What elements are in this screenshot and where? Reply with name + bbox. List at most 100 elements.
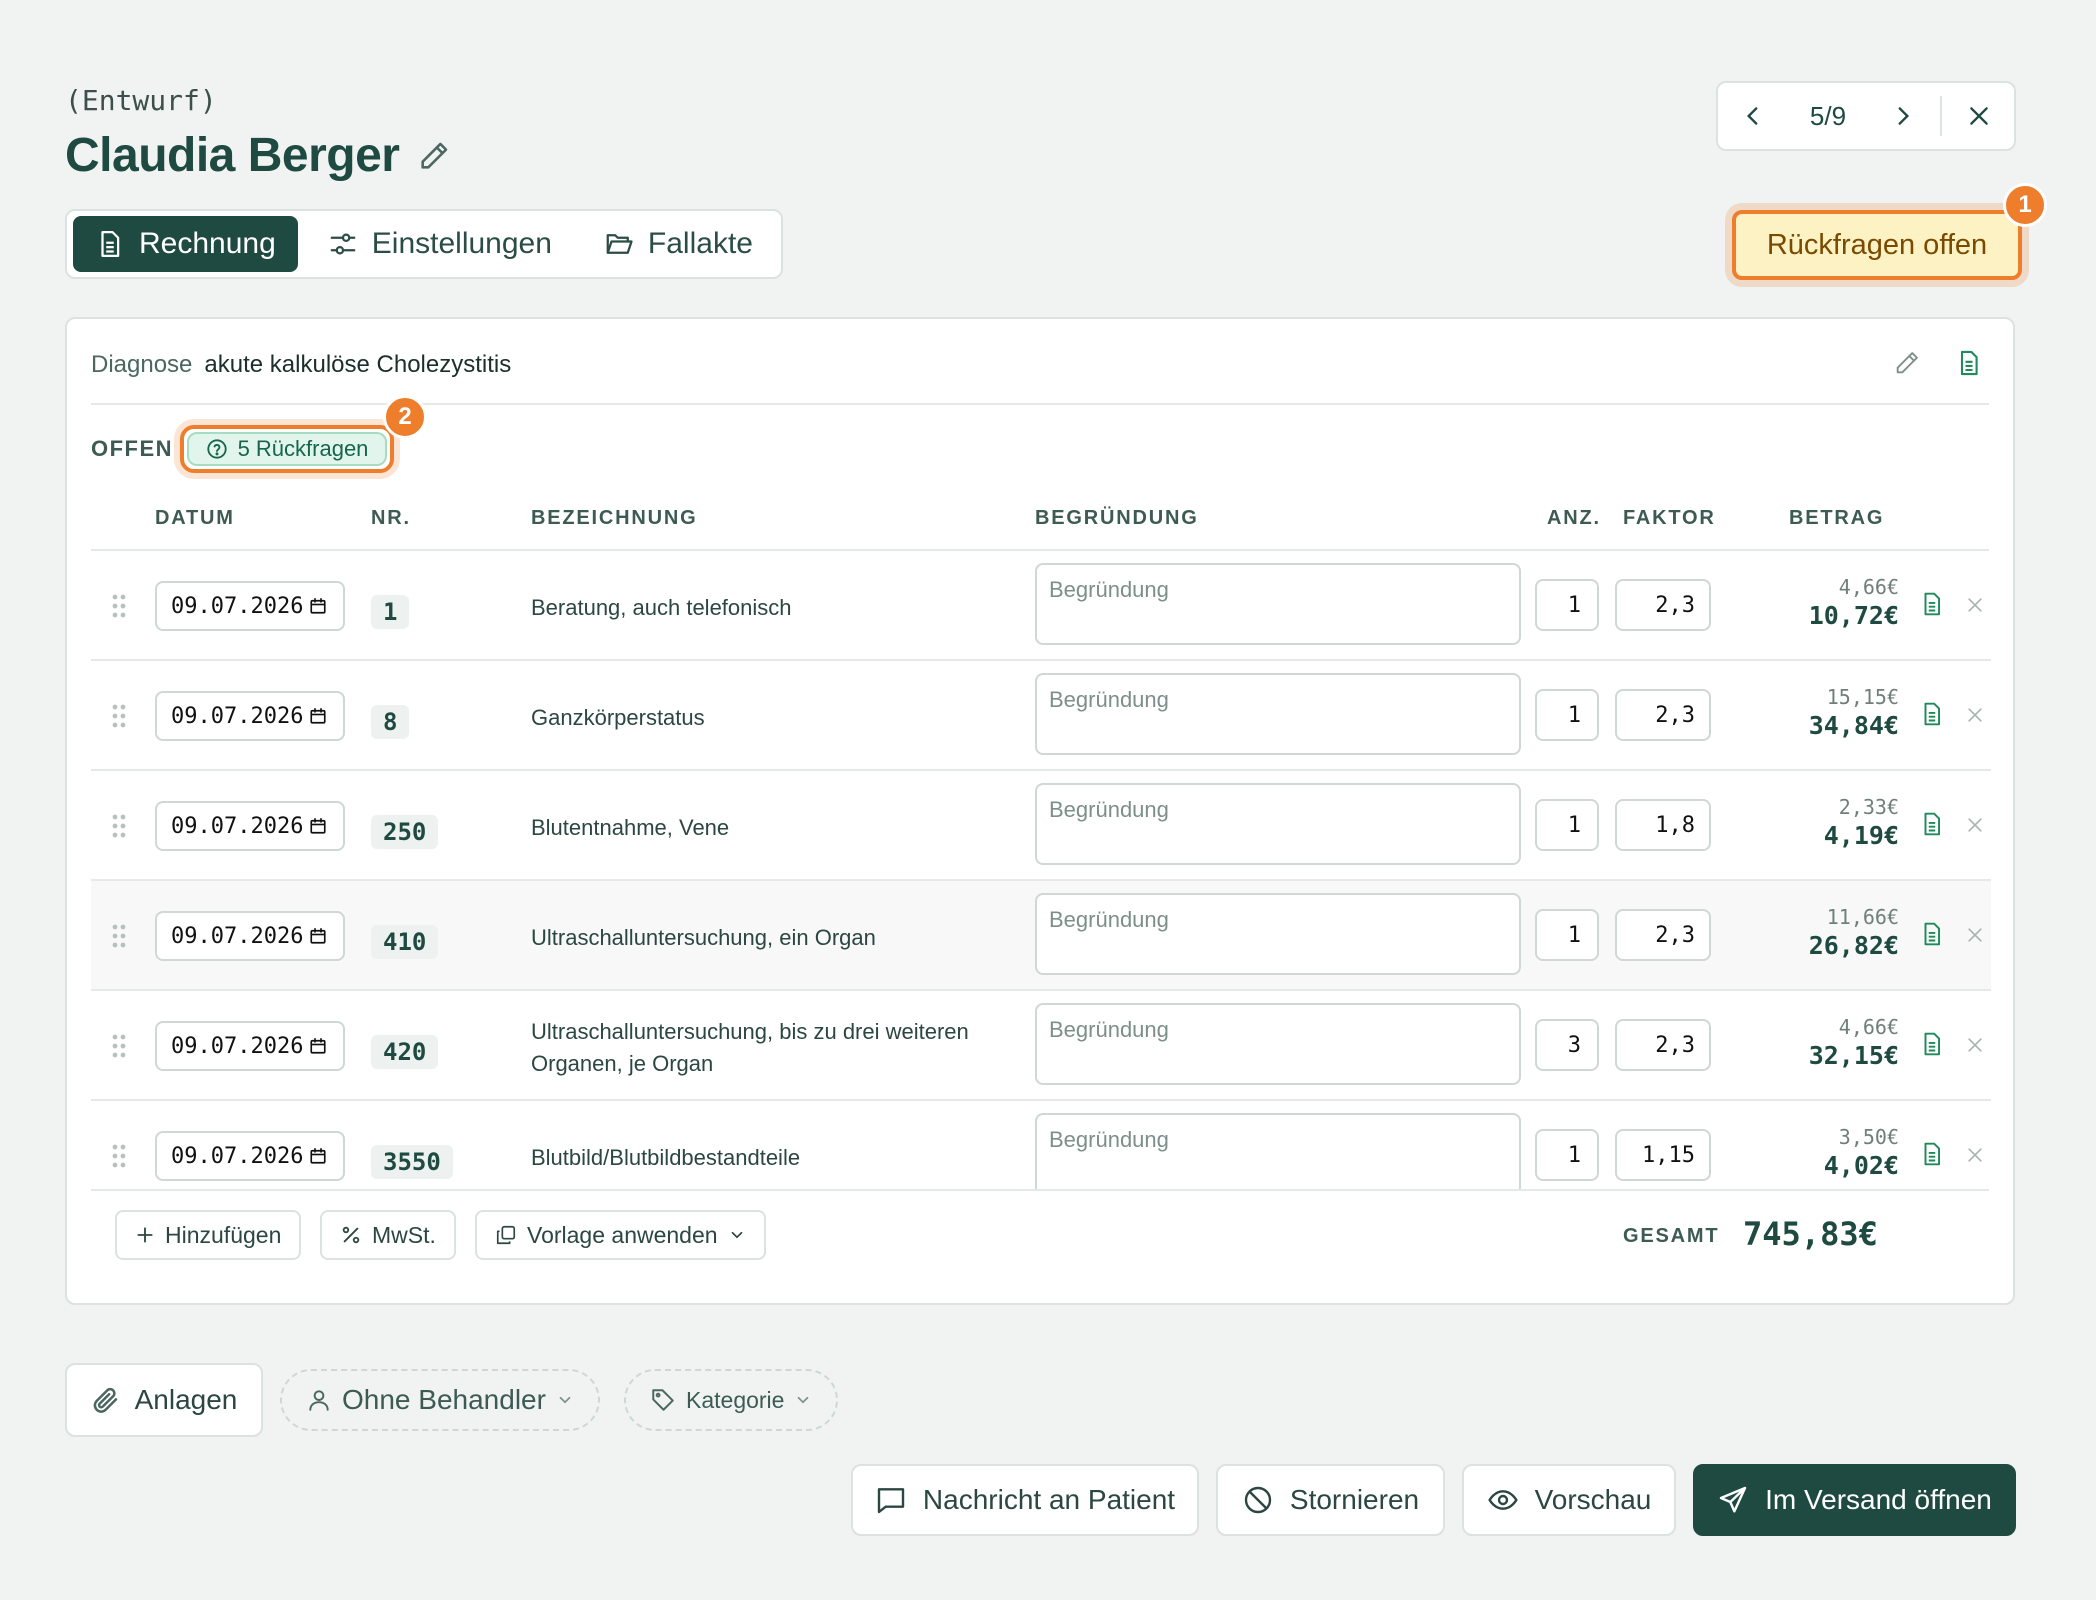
- diagnosis-actions: [1893, 349, 1983, 377]
- row-document-icon[interactable]: [1919, 1141, 1945, 1167]
- reason-input[interactable]: Begründung: [1035, 563, 1521, 645]
- factor-input[interactable]: 2,3: [1615, 1019, 1711, 1071]
- drag-handle-icon[interactable]: [111, 703, 127, 729]
- calendar-icon[interactable]: [309, 1037, 327, 1055]
- remove-row-icon[interactable]: [1965, 595, 1985, 615]
- calendar-icon[interactable]: [309, 597, 327, 615]
- factor-input[interactable]: 1,15: [1615, 1129, 1711, 1181]
- date-input[interactable]: 09.07.2026: [155, 911, 345, 961]
- diagnosis-document-icon[interactable]: [1955, 349, 1983, 377]
- factor-input[interactable]: 2,3: [1615, 689, 1711, 741]
- next-button[interactable]: [1868, 83, 1938, 149]
- date-value: 09.07.2026: [171, 813, 304, 839]
- unit-price: 4,66€: [1838, 575, 1899, 599]
- edit-name-icon[interactable]: [417, 139, 451, 173]
- table-row: 09.07.2026 3550 Blutbild/Blutbildbestandte…: [91, 1101, 1991, 1189]
- total-label: GESAMT: [1623, 1225, 1720, 1247]
- anlagen-label: Anlagen: [134, 1384, 238, 1415]
- cancel-invoice-button[interactable]: Stornieren: [1216, 1464, 1445, 1536]
- tab-rechnung[interactable]: Rechnung: [73, 216, 298, 272]
- quantity-input[interactable]: 1: [1535, 579, 1599, 631]
- folder-open-icon: [606, 234, 633, 254]
- unit-price: 15,15€: [1826, 685, 1899, 709]
- date-value: 09.07.2026: [171, 1143, 304, 1169]
- row-document-icon[interactable]: [1919, 811, 1945, 837]
- remove-row-icon[interactable]: [1965, 705, 1985, 725]
- previous-button[interactable]: [1718, 83, 1788, 149]
- tab-fallakte[interactable]: Fallakte: [582, 216, 775, 272]
- header-anz: ANZ.: [1547, 507, 1601, 529]
- remove-row-icon[interactable]: [1965, 925, 1985, 945]
- preview-button[interactable]: Vorschau: [1462, 1464, 1676, 1536]
- drag-handle-icon[interactable]: [111, 1143, 127, 1169]
- calendar-icon[interactable]: [309, 707, 327, 725]
- date-input[interactable]: 09.07.2026: [155, 1131, 345, 1181]
- quantity-input[interactable]: 1: [1535, 1129, 1599, 1181]
- quantity-input[interactable]: 1: [1535, 799, 1599, 851]
- calendar-icon[interactable]: [309, 1147, 327, 1165]
- remove-row-icon[interactable]: [1965, 815, 1985, 835]
- template-dropdown[interactable]: Vorlage anwenden: [475, 1210, 766, 1260]
- reason-input[interactable]: Begründung: [1035, 1003, 1521, 1085]
- drag-handle-icon[interactable]: [111, 593, 127, 619]
- table-row: 09.07.2026 420 Ultraschalluntersuchung, bi…: [91, 991, 1991, 1101]
- tab-einstellungen[interactable]: Einstellungen: [306, 216, 574, 272]
- behandler-label: Ohne Behandler: [342, 1384, 546, 1415]
- row-document-icon[interactable]: [1919, 921, 1945, 947]
- service-description: Blutbild/Blutbildbestandteile: [531, 1133, 1011, 1183]
- date-input[interactable]: 09.07.2026: [155, 801, 345, 851]
- remove-row-icon[interactable]: [1965, 1035, 1985, 1055]
- quantity-input[interactable]: 3: [1535, 1019, 1599, 1071]
- date-value: 09.07.2026: [171, 593, 304, 619]
- drag-handle-icon[interactable]: [111, 923, 127, 949]
- cancel-invoice-label: Stornieren: [1289, 1484, 1420, 1515]
- drag-handle-icon[interactable]: [111, 1033, 127, 1059]
- quantity-input[interactable]: 1: [1535, 689, 1599, 741]
- edit-diagnosis-icon[interactable]: [1893, 349, 1921, 377]
- remove-row-icon[interactable]: [1965, 1145, 1985, 1165]
- service-description: Beratung, auch telefonisch: [531, 583, 1011, 633]
- reason-input[interactable]: Begründung: [1035, 1113, 1521, 1189]
- factor-input[interactable]: 2,3: [1615, 909, 1711, 961]
- close-button[interactable]: [1944, 83, 2014, 149]
- service-description: Ganzkörperstatus: [531, 693, 1011, 743]
- paperclip-icon: [93, 1387, 117, 1413]
- date-input[interactable]: 09.07.2026: [155, 691, 345, 741]
- calendar-icon[interactable]: [309, 817, 327, 835]
- row-document-icon[interactable]: [1919, 591, 1945, 617]
- service-description: Blutentnahme, Vene: [531, 803, 1011, 853]
- row-total: 4,19€: [1823, 821, 1899, 850]
- header-betrag: BETRAG: [1789, 507, 1885, 529]
- mwst-button[interactable]: MwSt.: [320, 1210, 456, 1260]
- date-input[interactable]: 09.07.2026: [155, 1021, 345, 1071]
- percent-icon: [342, 1226, 360, 1244]
- row-total: 26,82€: [1808, 931, 1899, 960]
- factor-input[interactable]: 1,8: [1615, 799, 1711, 851]
- row-document-icon[interactable]: [1919, 701, 1945, 727]
- behandler-dropdown[interactable]: Ohne Behandler: [280, 1369, 600, 1431]
- service-number: 410: [371, 925, 439, 959]
- reason-input[interactable]: Begründung: [1035, 673, 1521, 755]
- reason-input[interactable]: Begründung: [1035, 783, 1521, 865]
- rueckfragen-button[interactable]: Rückfragen offen: [1732, 210, 2022, 280]
- pager-divider: [1940, 96, 1942, 136]
- message-patient-button[interactable]: Nachricht an Patient: [851, 1464, 1199, 1536]
- add-button[interactable]: Hinzufügen: [115, 1210, 302, 1260]
- chevron-left-icon: [1746, 107, 1758, 125]
- date-input[interactable]: 09.07.2026: [155, 581, 345, 631]
- kategorie-dropdown[interactable]: Kategorie: [624, 1369, 839, 1431]
- factor-input[interactable]: 2,3: [1615, 579, 1711, 631]
- send-button[interactable]: Im Versand öffnen: [1693, 1464, 2016, 1536]
- tab-label: Rechnung: [139, 227, 276, 260]
- drag-handle-icon[interactable]: [111, 813, 127, 839]
- rueckfragen-chip[interactable]: 5 Rückfragen: [180, 425, 394, 473]
- row-document-icon[interactable]: [1919, 1031, 1945, 1057]
- service-description-text: Ultraschalluntersuchung, bis zu drei wei…: [531, 1019, 969, 1076]
- calendar-icon[interactable]: [309, 927, 327, 945]
- quantity-input[interactable]: 1: [1535, 909, 1599, 961]
- record-pager: 5/9: [1716, 81, 2016, 151]
- reason-input[interactable]: Begründung: [1035, 893, 1521, 975]
- message-patient-label: Nachricht an Patient: [922, 1484, 1176, 1515]
- anlagen-button[interactable]: Anlagen: [65, 1363, 263, 1437]
- ban-icon: [1244, 1486, 1272, 1514]
